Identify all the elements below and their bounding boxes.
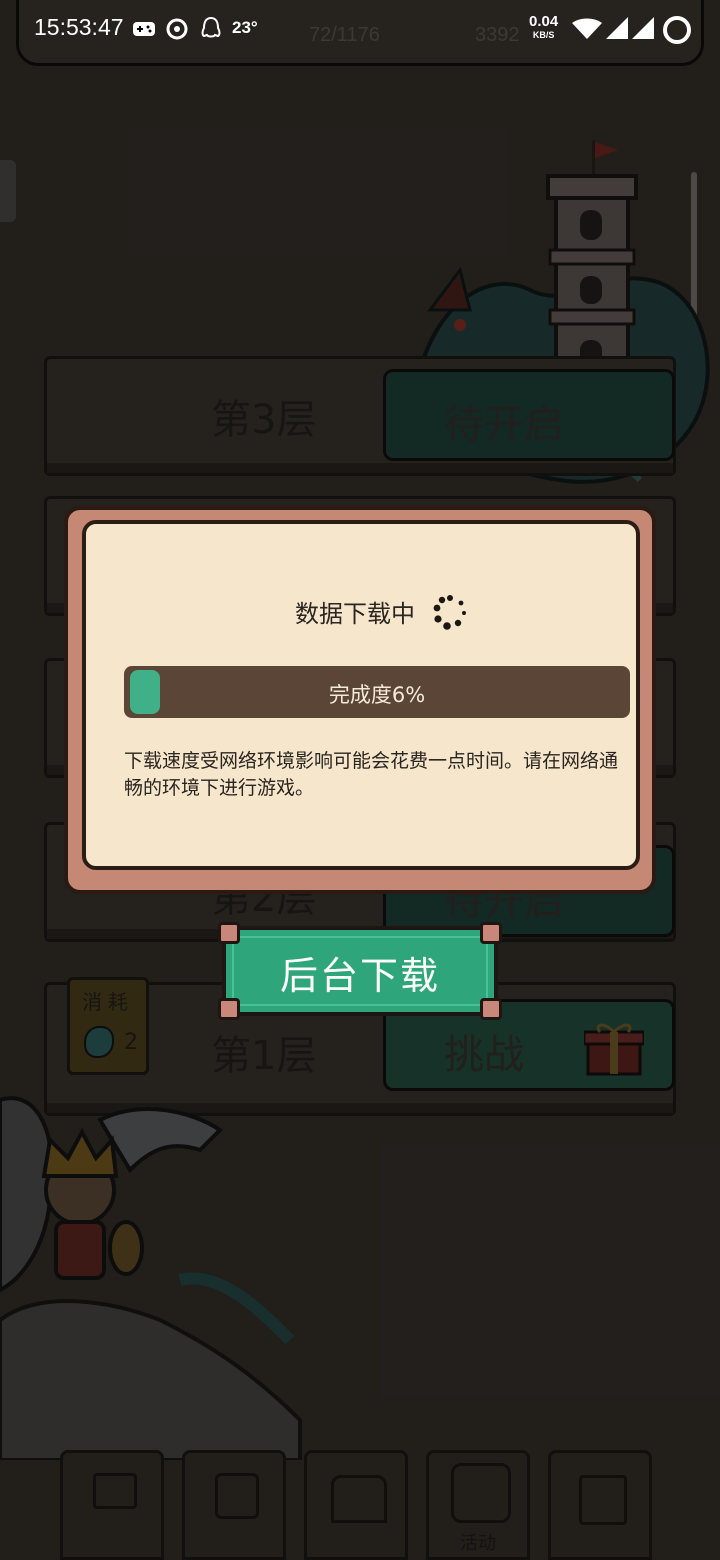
music-app-icon xyxy=(166,18,188,40)
button-corner-ornament xyxy=(218,998,240,1020)
network-speed: 0.04 KB/S xyxy=(529,14,558,40)
background-download-button[interactable]: 后台下载 xyxy=(218,922,502,1020)
dialog-title: 数据下载中 xyxy=(295,600,415,628)
wifi-icon xyxy=(572,18,602,39)
download-progress-label: 完成度6% xyxy=(328,683,426,707)
button-corner-ornament xyxy=(480,922,502,944)
button-corner-ornament xyxy=(480,998,502,1020)
battery-ring-icon xyxy=(663,16,691,44)
status-bar: 15:53:47 23° 0.04 KB/S xyxy=(0,0,720,58)
gamepad-icon xyxy=(133,22,155,36)
dialog-description: 下载速度受网络环境影响可能会花费一点时间。请在网络通畅的环境下进行游戏。 xyxy=(124,750,619,799)
network-speed-unit: KB/S xyxy=(532,30,555,40)
signal-icon-2 xyxy=(632,17,654,39)
download-dialog: 数据下载中 完成度6% 下载速度受网络环境影响可能会花费一点时间。请在网络通畅的… xyxy=(64,506,656,894)
dialog-panel: 数据下载中 完成度6% 下载速度受网络环境影响可能会花费一点时间。请在网络通畅的… xyxy=(82,520,640,870)
signal-icon-1 xyxy=(606,17,628,39)
button-corner-ornament xyxy=(218,922,240,944)
status-temperature: 23° xyxy=(232,18,258,37)
qq-icon xyxy=(201,16,221,38)
download-progress-bar: 完成度6% xyxy=(124,666,630,718)
status-time: 15:53:47 xyxy=(34,14,124,40)
loading-spinner-icon xyxy=(433,595,466,630)
background-download-label: 后台下载 xyxy=(279,954,440,998)
network-speed-value: 0.04 xyxy=(529,13,559,30)
